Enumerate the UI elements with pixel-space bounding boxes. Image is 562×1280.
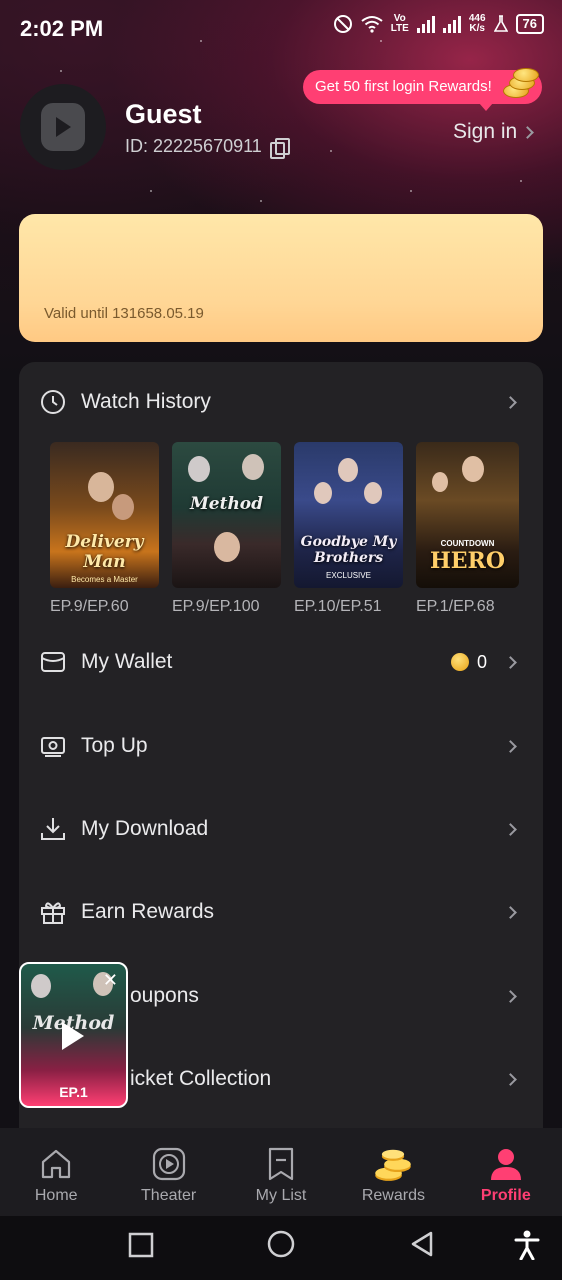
bottom-nav: Home Theater My List Rewards Profile: [0, 1128, 562, 1216]
episode-progress: EP.9/EP.60: [50, 598, 129, 615]
rewards-tip-text: Get 50 first login Rewards!: [315, 78, 492, 95]
poster-subtitle: Becomes a Master: [71, 575, 138, 584]
watch-history-label: Watch History: [81, 390, 211, 413]
user-name: Guest: [125, 99, 202, 129]
nav-rewards[interactable]: Rewards: [337, 1128, 449, 1216]
nav-home-label: Home: [34, 1187, 78, 1204]
network-speed: 446 K/s: [468, 13, 486, 34]
status-time: 2:02 PM: [20, 16, 104, 41]
menu-earn-rewards[interactable]: Earn Rewards: [19, 882, 543, 942]
menu-my-download[interactable]: My Download: [19, 799, 543, 859]
episode-progress: EP.9/EP.100: [172, 598, 260, 615]
menu-watch-history[interactable]: Watch History: [19, 372, 543, 432]
wallet-icon: [41, 652, 65, 672]
nav-profile-label: Profile: [480, 1187, 531, 1204]
chevron-right-icon: [504, 739, 517, 753]
accessibility-icon[interactable]: [514, 1230, 540, 1260]
rewards-coins-icon: [375, 1149, 412, 1181]
avatar[interactable]: [20, 84, 106, 170]
nav-my-list-label: My List: [255, 1187, 307, 1204]
signal-icon: [416, 15, 435, 33]
episode-progress: EP.10/EP.51: [294, 598, 382, 615]
menu-top-up[interactable]: Top Up: [19, 716, 543, 776]
nav-theater-label: Theater: [141, 1187, 197, 1204]
mini-player-episode: EP.1: [59, 1084, 88, 1100]
poster-title: HERO: [429, 548, 505, 574]
profile-icon: [490, 1149, 521, 1180]
sign-in-label: Sign in: [453, 120, 518, 143]
history-item[interactable]: COUNTDOWN HERO EP.1/EP.68: [416, 442, 519, 616]
episode-progress: EP.1/EP.68: [416, 598, 495, 615]
chevron-right-icon: [504, 989, 517, 1003]
poster-thumbnail: COUNTDOWN HERO: [416, 442, 519, 588]
poster-title: Delivery Man: [65, 532, 144, 572]
chevron-right-icon: [521, 125, 535, 139]
sign-in-link[interactable]: Sign in: [453, 120, 535, 144]
ticket-collection-label: icket Collection: [130, 1067, 272, 1090]
vip-valid-until: Valid until 131658.05.19: [44, 305, 204, 322]
volte-indicator: Vo LTE: [390, 13, 409, 34]
signal-icon-2: [442, 15, 461, 33]
close-icon[interactable]: ✕: [103, 970, 118, 991]
recent-apps-icon[interactable]: [128, 1232, 154, 1258]
bookmark-icon: [268, 1147, 294, 1181]
do-not-disturb-icon: [333, 15, 352, 33]
poster-thumbnail: Method: [172, 442, 281, 588]
top-up-icon: [41, 737, 65, 757]
poster-title: Method: [189, 494, 264, 514]
home-button-icon[interactable]: [266, 1229, 296, 1259]
nav-my-list[interactable]: My List: [225, 1128, 337, 1216]
poster-subtitle: COUNTDOWN: [440, 539, 495, 548]
chevron-right-icon: [504, 822, 517, 836]
clock-icon: [41, 390, 65, 414]
status-bar: 2:02 PM Vo LTE 446 K/s 76: [0, 0, 562, 58]
wifi-icon: [361, 16, 383, 33]
chevron-right-icon: [504, 655, 517, 669]
download-icon: [41, 818, 65, 840]
chevron-right-icon: [504, 395, 517, 409]
flask-icon: [493, 15, 508, 32]
theater-icon: [152, 1147, 185, 1181]
status-icons: Vo LTE 446 K/s 76: [333, 14, 544, 34]
poster-thumbnail: Delivery Man Becomes a Master: [50, 442, 159, 588]
coin-stack-icon: [501, 66, 541, 102]
user-id: ID: 22225670911: [125, 136, 290, 159]
nav-home[interactable]: Home: [0, 1128, 112, 1216]
poster-thumbnail: Goodbye My Brothers EXCLUSIVE: [294, 442, 403, 588]
play-icon[interactable]: [62, 1022, 84, 1050]
my-download-label: My Download: [81, 817, 209, 840]
user-id-text: ID: 22225670911: [125, 136, 262, 156]
poster-title: Goodbye My Brothers: [300, 534, 397, 566]
back-icon[interactable]: [409, 1230, 435, 1258]
nav-theater[interactable]: Theater: [112, 1128, 224, 1216]
history-item[interactable]: Goodbye My Brothers EXCLUSIVE EP.10/EP.5…: [294, 442, 403, 616]
my-wallet-label: My Wallet: [81, 650, 173, 673]
history-item[interactable]: Delivery Man Becomes a Master EP.9/EP.60: [50, 442, 159, 616]
menu-my-wallet[interactable]: My Wallet 0: [19, 632, 543, 692]
watch-history-list: Delivery Man Becomes a Master EP.9/EP.60…: [50, 442, 519, 616]
nav-rewards-label: Rewards: [361, 1187, 425, 1204]
wallet-balance-value: 0: [476, 651, 487, 672]
copy-icon[interactable]: [269, 137, 290, 159]
earn-rewards-label: Earn Rewards: [81, 900, 215, 923]
chevron-right-icon: [504, 1072, 517, 1086]
chevron-right-icon: [504, 905, 517, 919]
wallet-balance: 0: [450, 651, 487, 673]
top-up-label: Top Up: [81, 734, 148, 757]
coupons-label: oupons: [130, 984, 199, 1007]
system-nav-bar: [0, 1216, 562, 1280]
history-item[interactable]: Method EP.9/EP.100: [172, 442, 281, 616]
battery-indicator: 76: [515, 14, 544, 34]
gift-icon: [41, 902, 65, 924]
poster-subtitle: EXCLUSIVE: [326, 571, 371, 580]
coin-icon: [450, 653, 469, 671]
vip-card[interactable]: Valid until 131658.05.19: [19, 214, 543, 342]
mini-player[interactable]: Method ✕ EP.1: [19, 962, 128, 1108]
app-logo-icon: [41, 103, 85, 151]
nav-profile[interactable]: Profile: [450, 1128, 562, 1216]
home-icon: [42, 1149, 71, 1179]
